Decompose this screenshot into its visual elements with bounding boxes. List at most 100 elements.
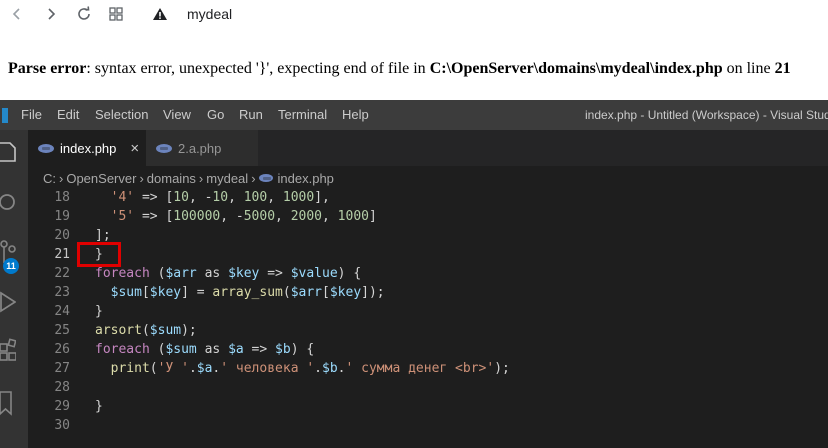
breadcrumb-item[interactable]: OpenServer <box>66 171 136 186</box>
code-token: $key <box>228 266 260 281</box>
code-token: . <box>188 361 197 376</box>
reload-icon <box>78 6 90 20</box>
line-code: '5' => [100000, -5000, 2000, 1000] <box>95 207 377 226</box>
extensions-button[interactable] <box>0 330 28 370</box>
code-token: ( <box>149 266 166 281</box>
code-token: . <box>314 361 322 376</box>
menu-help[interactable]: Help <box>342 107 369 122</box>
chevron-right-icon: › <box>139 170 144 186</box>
code-line: 20]; <box>28 226 828 245</box>
editor-tabs: index.php × 2.a.php <box>28 130 828 166</box>
breadcrumb-item[interactable]: C: <box>43 171 56 186</box>
line-code: foreach ($arr as $key => $value) { <box>95 264 361 283</box>
code-token: ]; <box>95 228 111 243</box>
search-icon <box>0 194 15 210</box>
code-token: 10 <box>173 190 189 205</box>
address-bar[interactable]: mydeal <box>187 6 232 22</box>
code-editor[interactable]: 18 '4' => [10, -10, 100, 1000], 19 '5' =>… <box>28 188 828 448</box>
code-token: ' сумма денег <br>' <box>345 361 495 376</box>
code-token: , <box>228 190 244 205</box>
back-button[interactable] <box>6 3 28 25</box>
activity-bar: 11 <box>0 130 28 448</box>
code-token: as <box>196 342 229 357</box>
forward-button[interactable] <box>40 3 62 25</box>
php-file-icon <box>38 143 54 153</box>
browser-toolbar: mydeal <box>0 0 828 30</box>
site-info-button[interactable] <box>149 3 171 25</box>
menu-run[interactable]: Run <box>239 107 263 122</box>
code-token: 2000 <box>290 209 323 224</box>
tab-index-php[interactable]: index.php × <box>28 130 146 166</box>
error-highlight-box <box>77 242 121 267</box>
close-icon[interactable]: × <box>130 140 139 157</box>
breadcrumb-item[interactable]: mydeal <box>206 171 248 186</box>
code-token: 1000 <box>282 190 315 205</box>
menu-go[interactable]: Go <box>207 107 224 122</box>
menu-terminal[interactable]: Terminal <box>278 107 327 122</box>
reload-button[interactable] <box>73 3 95 25</box>
apps-button[interactable] <box>105 3 127 25</box>
search-button[interactable] <box>0 182 28 222</box>
code-line: 25 arsort($sum); <box>28 321 828 340</box>
code-line: 22 foreach ($arr as $key => $value) { <box>28 264 828 283</box>
code-token: print <box>110 361 150 376</box>
code-line: 18 '4' => [10, -10, 100, 1000], <box>28 188 828 207</box>
line-number: 25 <box>54 323 70 338</box>
play-debug-icon <box>0 291 16 313</box>
error-file-path: C:\OpenServer\domains\mydeal\index.php <box>429 60 723 77</box>
php-file-icon <box>156 143 172 153</box>
code-line: 27 print('У '.$a.' человека '.$b.' сумма… <box>28 359 828 378</box>
menu-file[interactable]: File <box>21 107 42 122</box>
chevron-right-icon: › <box>251 170 256 186</box>
line-number: 27 <box>54 361 70 376</box>
code-token: $key <box>329 285 362 300</box>
code-line: 28 <box>28 378 828 397</box>
files-icon <box>0 142 16 162</box>
tab-label: 2.a.php <box>178 140 222 156</box>
code-token: 1000 <box>337 209 369 224</box>
menu-selection[interactable]: Selection <box>95 107 148 122</box>
code-token: 100 <box>243 190 268 205</box>
code-token: => [ <box>134 209 174 224</box>
code-line: 24} <box>28 302 828 321</box>
line-code: } <box>95 302 103 321</box>
code-token: foreach <box>95 342 150 357</box>
line-number: 20 <box>54 228 70 243</box>
vscode-window: File Edit Selection View Go Run Terminal… <box>0 100 828 448</box>
menu-view[interactable]: View <box>163 107 191 122</box>
chevron-right-icon: › <box>59 170 64 186</box>
tab-2a-php[interactable]: 2.a.php <box>146 130 258 166</box>
chevron-left-icon <box>12 8 20 20</box>
code-token: $sum <box>149 323 182 338</box>
line-code: print('У '.$a.' человека '.$b.' сумма де… <box>95 359 510 378</box>
code-token: ( <box>141 323 150 338</box>
tab-label: index.php <box>60 140 117 156</box>
explorer-button[interactable] <box>0 132 28 172</box>
code-token: $arr <box>165 266 197 281</box>
code-token: ] = <box>181 285 213 300</box>
line-code: } <box>95 397 103 416</box>
code-line: 19 '5' => [100000, -5000, 2000, 1000] <box>28 207 828 226</box>
code-line: 23 $sum[$key] = array_sum($arr[$key]); <box>28 283 828 302</box>
line-number: 30 <box>54 418 70 433</box>
php-file-icon <box>258 174 273 182</box>
php-error-message: Parse error: syntax error, unexpected '}… <box>8 60 791 78</box>
code-token: [ <box>141 285 150 300</box>
run-debug-button[interactable] <box>0 282 28 322</box>
code-token: $sum <box>165 342 197 357</box>
bookmarks-button[interactable] <box>0 382 28 422</box>
code-token: } <box>95 304 103 319</box>
code-token: $sum <box>110 285 142 300</box>
line-number: 18 <box>54 190 70 205</box>
code-token: , - <box>220 209 244 224</box>
menu-edit[interactable]: Edit <box>57 107 79 122</box>
breadcrumb-item[interactable]: domains <box>147 171 196 186</box>
code-line: 21} <box>28 245 828 264</box>
line-number: 23 <box>54 285 70 300</box>
line-number: 26 <box>54 342 70 357</box>
code-line: 29} <box>28 397 828 416</box>
breadcrumb-item[interactable]: index.php <box>278 171 334 186</box>
line-number: 19 <box>54 209 70 224</box>
code-token: array_sum <box>212 285 283 300</box>
code-token: [ <box>322 285 330 300</box>
